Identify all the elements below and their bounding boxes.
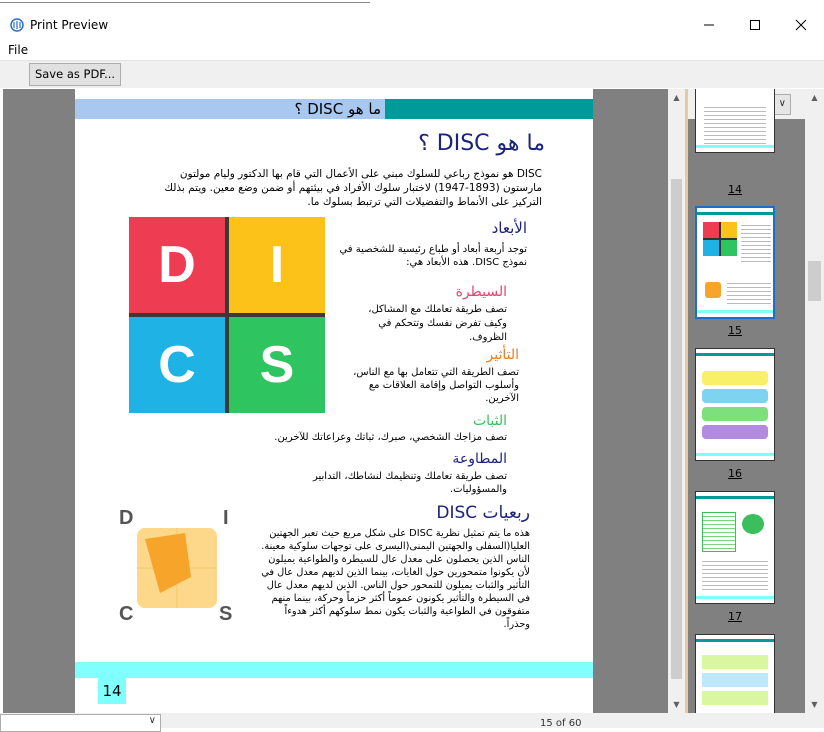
menu-bar: File [0,42,824,60]
compliance-title: المطاوعة [452,451,507,467]
main-title: ما هو DISC ؟ [418,131,545,156]
thumb-text-lines [727,280,771,306]
thumbnail-page-17[interactable] [695,491,775,604]
preview-area[interactable]: ما هو DISC ؟ ما هو DISC ؟ DISC هو نموذج … [3,89,685,713]
chevron-down-icon: ∨ [778,98,786,109]
window-title: Print Preview [30,18,109,32]
dimensions-title: الأبعاد [491,219,527,237]
page-number-box: 14 [98,678,126,704]
thumb-text-lines [704,104,766,144]
thumbnail-scrollbar-thumb[interactable] [808,261,821,301]
page-footer-band [75,662,593,678]
menu-file[interactable]: File [8,43,28,57]
disc-c-square: C [129,317,225,413]
compliance-text: تصف طريقة تعاملك وتنظيمك لنشاطك، التدابي… [312,471,507,495]
influence-text: تصف الطريقة التي تتعامل بها مع الناس، وأ… [353,367,519,404]
thumbnail-vertical-scrollbar[interactable]: ▲ ▼ [805,89,824,713]
close-icon [795,19,807,31]
thumbnail-label-15[interactable]: 15 [695,324,775,337]
thumbnail-panel[interactable]: ∨ 14 15 16 17 [688,89,805,713]
save-as-pdf-button[interactable]: Save as PDF... [29,63,121,86]
chevron-down-icon: ∨ [148,715,156,726]
thumb-footer [696,596,774,599]
page-indicator: 15 of 60 [540,718,582,729]
thumbnail-page-16[interactable] [695,348,775,461]
app-icon [10,18,24,32]
scroll-up-arrow-icon[interactable]: ▲ [668,89,685,106]
thumbnail-page-14[interactable] [695,89,775,153]
thumb-header [696,639,774,642]
maximize-icon [750,20,760,30]
title-bar: Print Preview [0,10,824,42]
thumb-scroll-up-arrow-icon[interactable]: ▲ [805,89,824,106]
thumb-text-lines [741,222,771,262]
status-bar: ∨ 15 of 60 [0,713,824,732]
thumb-footer [696,453,774,456]
influence-title: التأثير [486,347,520,363]
quadrant-shape-graphic [137,528,217,608]
page-header-title: ما هو DISC ؟ [294,100,381,118]
background-window-edge [0,0,370,3]
thumb-header [696,496,774,499]
dominance-title: السيطرة [455,284,507,300]
disc-d-square: D [129,217,225,313]
thumb-disc-grid [703,222,737,256]
thumbnail-label-14[interactable]: 14 [695,183,775,196]
close-button[interactable] [778,10,824,40]
status-zoom-select[interactable]: ∨ [0,714,161,732]
maximize-button[interactable] [732,10,778,40]
thumb-footer [696,145,774,148]
thumb-header [697,212,773,215]
thumbnail-page-18[interactable] [695,634,775,713]
minimize-icon [704,24,714,26]
quadrant-paragraph: هذه ما يتم تمثيل نظرية DISC على شكل مربع… [261,528,530,630]
thumbnail-label-16[interactable]: 16 [695,467,775,480]
preview-page: ما هو DISC ؟ ما هو DISC ؟ DISC هو نموذج … [75,89,593,713]
disc-i-square: I [229,217,325,313]
preview-scrollbar-thumb[interactable] [671,179,682,679]
intro-paragraph: DISC هو نموذج رباعي للسلوك مبني على الأع… [164,168,542,208]
page-header-band: ما هو DISC ؟ [75,99,593,119]
disc-s-square: S [229,317,325,413]
minimize-button[interactable] [686,10,732,40]
thumb-header [696,353,774,356]
thumb-scroll-down-arrow-icon[interactable]: ▼ [805,696,824,713]
print-preview-window: Print Preview File Save as PDF... ما هو … [0,0,824,732]
quadrant-title: ربعيات DISC [436,503,530,523]
dominance-text: تصف طريقة تعاملك مع المشاكل، وكيف تفرض ن… [368,304,507,343]
thumbnail-page-15[interactable] [695,206,775,319]
thumb-text-lines [702,558,768,592]
preview-vertical-scrollbar[interactable]: ▲ ▼ [668,89,685,713]
thumb-footer [697,310,773,313]
disc-grid-image: D I C S [129,217,325,413]
scroll-down-arrow-icon[interactable]: ▼ [668,696,685,713]
thumb-quad [705,282,721,298]
dimensions-text: توجد أربعة أبعاد أو طباع رئيسية للشخصية … [339,244,527,268]
steadiness-text: تصف مزاجك الشخصي، صبرك، ثباتك وعراعاتك ل… [274,432,507,443]
disc-quadrant-image: D I C S [115,507,237,629]
thumbnail-label-17[interactable]: 17 [695,610,775,623]
toolbar: Save as PDF... [0,60,824,88]
steadiness-title: الثبات [472,413,507,429]
